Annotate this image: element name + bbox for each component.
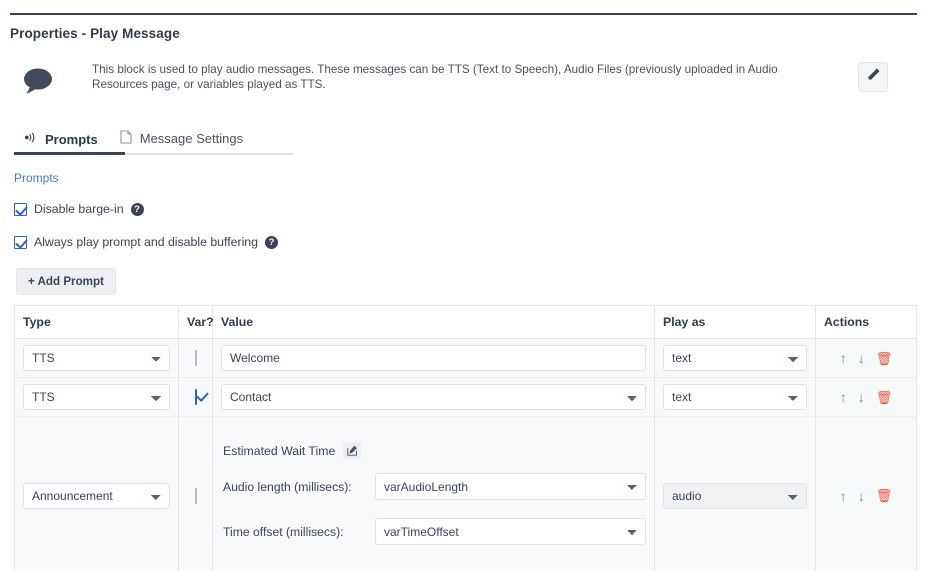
tab-message-settings-label: Message Settings <box>139 131 244 146</box>
announcement-title-row: Estimated Wait Time <box>223 442 646 459</box>
value-select[interactable]: Contact <box>221 384 646 410</box>
announcement-field-control: varAudioLength <box>375 473 646 500</box>
edit-square-icon[interactable] <box>343 442 362 459</box>
column-header-play-as: Play as <box>654 305 816 339</box>
tab-active-indicator <box>14 152 125 155</box>
cell-var <box>178 377 213 417</box>
document-icon <box>120 130 132 147</box>
var-checkbox[interactable] <box>194 487 197 504</box>
column-header-type: Type <box>14 305 179 339</box>
type-select[interactable]: TTS <box>23 345 170 371</box>
option-always-play-prompt[interactable]: Always play prompt and disable buffering… <box>14 235 278 249</box>
announcement-field-control: varTimeOffset <box>375 518 646 545</box>
tab-prompts-label: Prompts <box>45 131 98 147</box>
row-actions: ↑ ↓ 🗑 <box>824 390 908 404</box>
table-row: TTS text ↑ ↓ � <box>14 338 917 378</box>
cell-actions: ↑ ↓ 🗑 <box>815 338 917 378</box>
pencil-icon <box>866 67 881 87</box>
prompts-section-label: Prompts <box>14 171 59 185</box>
add-prompt-button[interactable]: + Add Prompt <box>16 268 116 295</box>
tab-bar-baseline <box>125 153 293 155</box>
table-header-row: Type Var? Value Play as Actions <box>14 305 917 339</box>
speech-bubble-icon <box>18 66 62 96</box>
edit-block-button[interactable] <box>858 62 888 92</box>
var-checkbox[interactable] <box>194 350 197 366</box>
cell-type: Announcement <box>14 416 179 571</box>
audio-length-select[interactable]: varAudioLength <box>375 473 646 500</box>
tab-prompts[interactable]: Prompts <box>14 131 110 154</box>
announcement-field-audio-length: Audio length (millisecs): varAudioLength <box>223 473 646 500</box>
announcement-title: Estimated Wait Time <box>223 443 336 458</box>
audio-wave-icon <box>24 131 37 147</box>
type-select[interactable]: TTS <box>23 384 170 410</box>
cell-play-as: audio <box>654 416 816 571</box>
column-header-actions: Actions <box>815 305 917 339</box>
page-title: Properties - Play Message <box>10 26 180 41</box>
cell-value: Estimated Wait Time Audio length (millis… <box>212 416 655 571</box>
var-checkbox[interactable] <box>194 389 197 405</box>
tab-bar: Prompts Message Settings <box>14 124 294 154</box>
move-down-icon[interactable]: ↓ <box>858 489 865 503</box>
cell-actions: ↑ ↓ 🗑 <box>815 377 917 417</box>
cell-value: Contact <box>212 377 655 417</box>
announcement-field-label: Time offset (millisecs): <box>223 524 344 539</box>
type-select[interactable]: Announcement <box>23 482 170 509</box>
play-as-select[interactable]: text <box>663 345 807 371</box>
description-band: This block is used to play audio message… <box>10 52 917 104</box>
cell-var <box>178 338 213 378</box>
table-row: TTS Contact text ↑ ↓ 🗑 <box>14 377 917 417</box>
always-play-prompt-label: Always play prompt and disable buffering <box>34 235 258 249</box>
announcement-field-label: Audio length (millisecs): <box>223 479 352 494</box>
cell-value <box>212 338 655 378</box>
move-up-icon[interactable]: ↑ <box>840 351 847 365</box>
help-icon[interactable]: ? <box>264 235 278 249</box>
cell-type: TTS <box>14 338 179 378</box>
table-row: Announcement Estimated Wait Time Audio l… <box>14 416 917 571</box>
cell-actions: ↑ ↓ 🗑 <box>815 416 917 571</box>
description-text: This block is used to play audio message… <box>92 63 778 91</box>
option-disable-barge-in[interactable]: Disable barge-in ? <box>14 202 144 216</box>
panel-top-divider <box>10 13 917 15</box>
move-down-icon[interactable]: ↓ <box>858 390 865 404</box>
properties-play-message-panel: Properties - Play Message This block is … <box>0 0 927 571</box>
value-input[interactable] <box>221 345 646 371</box>
help-icon[interactable]: ? <box>130 202 144 216</box>
cell-play-as: text <box>654 377 816 417</box>
move-up-icon[interactable]: ↑ <box>840 489 847 503</box>
disable-barge-in-checkbox[interactable] <box>14 202 27 216</box>
move-down-icon[interactable]: ↓ <box>858 351 865 365</box>
tab-message-settings[interactable]: Message Settings <box>110 130 255 154</box>
delete-icon[interactable]: 🗑 <box>876 489 893 502</box>
delete-icon[interactable]: 🗑 <box>876 352 893 365</box>
play-as-select[interactable]: text <box>663 384 807 410</box>
cell-play-as: text <box>654 338 816 378</box>
cell-type: TTS <box>14 377 179 417</box>
disable-barge-in-label: Disable barge-in <box>34 202 124 216</box>
delete-icon[interactable]: 🗑 <box>876 391 893 404</box>
play-as-select[interactable]: audio <box>663 482 807 509</box>
row-actions: ↑ ↓ 🗑 <box>824 351 908 365</box>
row-actions: ↑ ↓ 🗑 <box>824 489 908 503</box>
column-header-var: Var? <box>178 305 214 339</box>
move-up-icon[interactable]: ↑ <box>840 390 847 404</box>
prompts-table: Type Var? Value Play as Actions TTS Welc… <box>14 305 917 571</box>
announcement-field-time-offset: Time offset (millisecs): varTimeOffset <box>223 518 646 545</box>
cell-var <box>178 416 213 571</box>
always-play-prompt-checkbox[interactable] <box>14 235 27 249</box>
time-offset-select[interactable]: varTimeOffset <box>375 518 646 545</box>
column-header-value: Value <box>212 305 655 339</box>
